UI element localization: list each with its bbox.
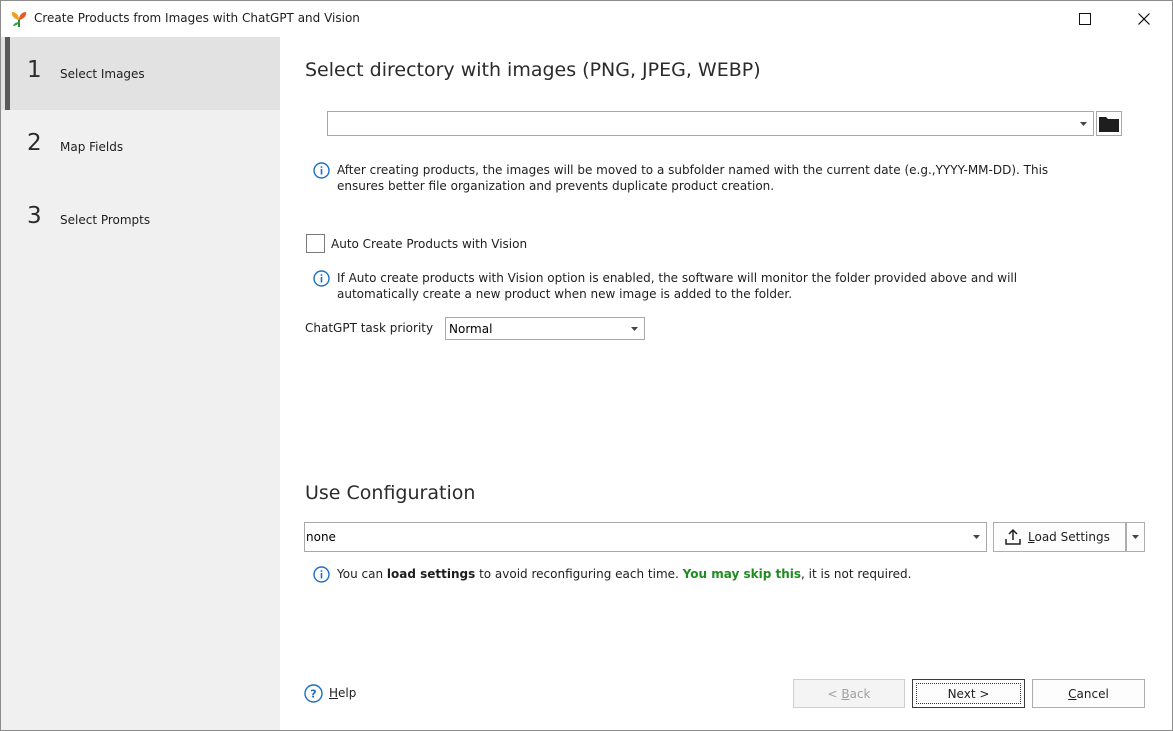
dropdown-arrow-icon[interactable] [968, 523, 984, 551]
title-bar: Create Products from Images with ChatGPT… [1, 1, 1172, 37]
help-label: Help [329, 686, 357, 700]
auto-info-line2: automatically create a new product when … [337, 287, 793, 301]
dropdown-arrow-icon[interactable] [626, 318, 642, 339]
next-button[interactable]: Next > [912, 679, 1025, 708]
back-button[interactable]: < Back [793, 679, 905, 708]
auto-create-label[interactable]: Auto Create Products with Vision [331, 237, 527, 251]
directory-heading: Select directory with images (PNG, JPEG,… [305, 59, 761, 81]
step-label: Select Images [60, 67, 145, 81]
main-panel: Select directory with images (PNG, JPEG,… [280, 37, 1172, 730]
priority-select[interactable]: Normal [445, 317, 645, 340]
configuration-info: You can load settings to avoid reconfigu… [313, 565, 1153, 585]
step-number: 1 [27, 57, 42, 83]
cancel-button[interactable]: Cancel [1032, 679, 1145, 708]
browse-folder-button[interactable] [1096, 111, 1122, 136]
help-icon: ? [304, 683, 323, 703]
app-logo-icon [11, 12, 27, 27]
close-button[interactable] [1121, 1, 1167, 37]
configuration-info-text: You can load settings to avoid reconfigu… [337, 567, 912, 581]
help-link[interactable]: ? Help [304, 682, 364, 704]
wizard-steps-sidebar: 1 Select Images 2 Map Fields 3 Select Pr… [1, 37, 280, 730]
step-map-fields[interactable]: 2 Map Fields [1, 110, 280, 183]
priority-label: ChatGPT task priority [305, 321, 434, 335]
window-title: Create Products from Images with ChatGPT… [34, 11, 360, 25]
dialog-window: Create Products from Images with ChatGPT… [0, 0, 1173, 731]
folder-icon [1099, 116, 1119, 132]
info-icon [313, 162, 330, 179]
priority-value: Normal [449, 322, 493, 336]
configuration-combobox[interactable]: none [304, 522, 987, 552]
upload-icon [1005, 528, 1021, 545]
back-label: < Back [827, 686, 871, 701]
directory-info-line2: ensures better file organization and pre… [337, 179, 775, 193]
dropdown-arrow-icon [1132, 535, 1139, 539]
step-label: Map Fields [60, 140, 124, 154]
info-icon [313, 270, 330, 287]
auto-create-checkbox[interactable] [306, 234, 325, 253]
maximize-icon [1079, 13, 1091, 25]
directory-combobox[interactable] [327, 111, 1094, 136]
step-number: 2 [27, 130, 42, 156]
dropdown-arrow-icon[interactable] [1075, 112, 1091, 135]
load-settings-button[interactable]: Load Settings [993, 522, 1126, 552]
info-icon [313, 566, 330, 583]
step-number: 3 [27, 203, 42, 229]
cancel-label: Cancel [1068, 686, 1109, 701]
directory-info: After creating products, the images will… [313, 161, 1153, 195]
close-icon [1138, 13, 1150, 25]
maximize-button[interactable] [1062, 1, 1108, 37]
configuration-heading: Use Configuration [305, 482, 476, 504]
auto-info-line1: If Auto create products with Vision opti… [337, 271, 1018, 285]
auto-create-info: If Auto create products with Vision opti… [313, 269, 1153, 303]
step-label: Select Prompts [60, 213, 151, 227]
load-settings-dropdown-button[interactable] [1126, 522, 1145, 552]
step-select-prompts[interactable]: 3 Select Prompts [1, 183, 280, 256]
load-settings-label: Load Settings [1028, 530, 1110, 544]
svg-text:?: ? [310, 687, 316, 700]
configuration-value: none [306, 530, 336, 544]
step-select-images[interactable]: 1 Select Images [1, 37, 280, 110]
directory-info-line1: After creating products, the images will… [337, 163, 1049, 177]
